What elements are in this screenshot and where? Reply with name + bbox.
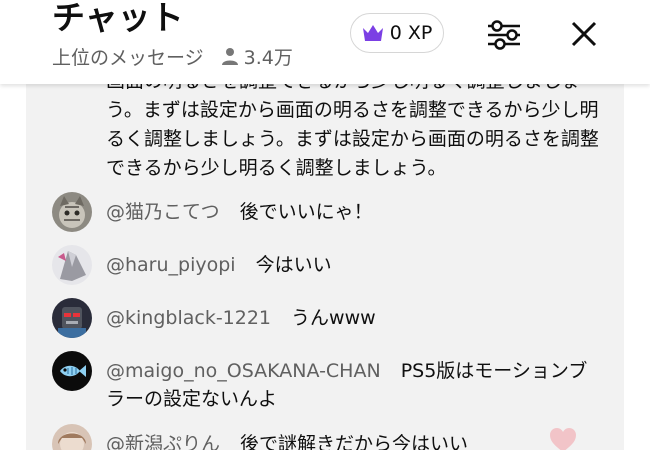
viewer-count-value: 3.4万 — [243, 46, 293, 69]
chat-message[interactable]: @haru_piyopi 今はいい — [52, 245, 596, 285]
chat-message[interactable]: @maigo_no_OSAKANA-CHAN PS5版はモーションブラーの設定ない… — [52, 351, 596, 413]
message-author[interactable]: @haru_piyopi — [106, 254, 236, 276]
crown-icon — [362, 25, 383, 41]
close-button[interactable] — [564, 14, 604, 54]
message-author[interactable]: @新潟ぷりん — [106, 433, 220, 450]
filter-button[interactable] — [484, 14, 524, 54]
chat-message[interactable]: @kingblack-1221 うんwww — [52, 298, 596, 338]
message-text: 今はいい — [255, 254, 332, 276]
message-author[interactable]: @maigo_no_OSAKANA-CHAN — [106, 360, 381, 382]
heart-icon[interactable] — [548, 426, 578, 450]
close-icon — [571, 21, 597, 47]
message-text: うんwww — [291, 307, 376, 329]
chat-message[interactable]: @猫乃こてつ 後でいいにゃ！ — [52, 192, 596, 232]
message-text: 後で謎解きだから今はいい — [240, 433, 469, 450]
avatar — [52, 298, 92, 338]
sliders-icon — [488, 20, 520, 50]
message-text: 後でいいにゃ！ — [239, 201, 373, 223]
avatar — [52, 424, 92, 450]
viewer-count: 3.4万 — [220, 43, 293, 70]
chat-mode-label[interactable]: 上位のメッセージ — [52, 43, 204, 70]
chat-mode-row: 上位のメッセージ 3.4万 — [52, 41, 293, 71]
person-icon — [221, 48, 238, 65]
chat-header: チャット 上位のメッセージ 3.4万 0 XP — [0, 0, 650, 84]
xp-button[interactable]: 0 XP — [350, 13, 444, 53]
avatar — [52, 192, 92, 232]
avatar — [52, 245, 92, 285]
page-title: チャット — [52, 0, 184, 37]
message-author[interactable]: @kingblack-1221 — [106, 307, 271, 329]
avatar — [52, 351, 92, 391]
pinned-message: 画面の明るさを調整できるから少し明るく調整しましょう。まずは設定から画面の明るさ… — [106, 84, 599, 179]
chat-panel[interactable]: 画面の明るさを調整できるから少し明るく調整しましょう。まずは設定から画面の明るさ… — [26, 84, 624, 450]
xp-label: 0 XP — [389, 22, 433, 44]
message-author[interactable]: @猫乃こてつ — [106, 201, 220, 223]
chat-message[interactable]: @新潟ぷりん 後で謎解きだから今はいい — [52, 424, 596, 450]
